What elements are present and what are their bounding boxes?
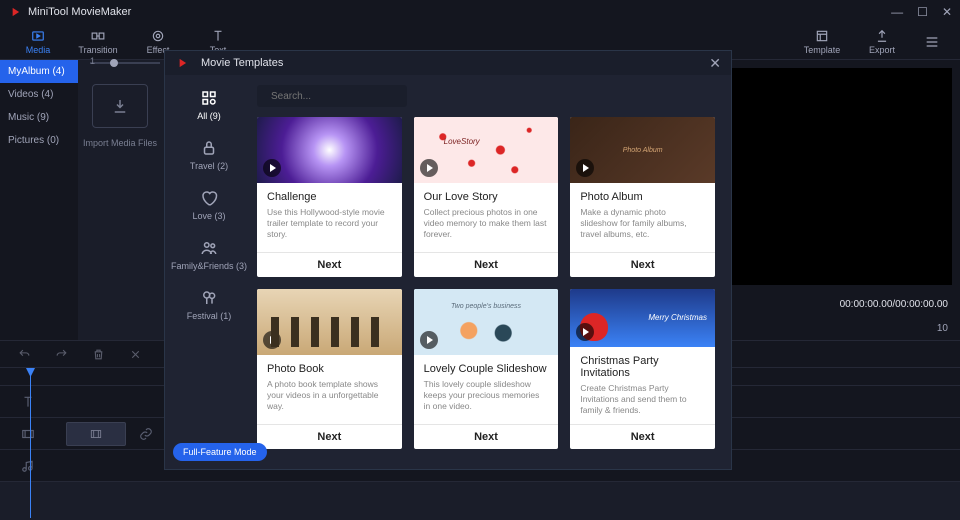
template-thumb (257, 289, 402, 355)
next-button[interactable]: Next (414, 424, 559, 449)
template-card[interactable]: LoveStory Our Love Story Collect precious… (414, 117, 559, 277)
next-button[interactable]: Next (570, 252, 715, 277)
template-button[interactable]: Template (792, 24, 852, 60)
maximize-button[interactable]: ☐ (917, 5, 928, 19)
effect-icon (151, 29, 165, 43)
template-desc: Collect precious photos in one video mem… (424, 207, 549, 244)
link-icon[interactable] (139, 427, 153, 441)
category-love[interactable]: Love (3) (192, 189, 225, 221)
template-thumb (570, 117, 715, 183)
next-button[interactable]: Next (414, 252, 559, 277)
template-desc: Create Christmas Party Invitations and s… (580, 383, 705, 416)
download-icon (111, 97, 129, 115)
category-all[interactable]: All (9) (197, 89, 221, 121)
tab-transition[interactable]: Transition (68, 24, 128, 60)
close-button[interactable]: ✕ (942, 5, 952, 19)
template-thumb: LoveStory (414, 117, 559, 183)
media-panel: Import Media Files (78, 60, 162, 340)
playhead[interactable] (30, 368, 31, 518)
timecode: 00:00:00.00/00:00:00.00 (840, 299, 948, 310)
sidebar-item-myalbum[interactable]: MyAlbum (4) (0, 60, 78, 83)
template-card[interactable]: Merry Christmas Christmas Party Invitati… (570, 289, 715, 449)
track-total: 10 (937, 323, 948, 334)
sidebar-item-music[interactable]: Music (9) (0, 106, 78, 129)
video-clip[interactable] (66, 422, 126, 446)
template-title: Photo Album (580, 191, 705, 203)
play-icon[interactable] (263, 331, 281, 349)
play-icon[interactable] (576, 159, 594, 177)
template-search[interactable] (257, 85, 407, 107)
minimize-button[interactable]: — (891, 5, 903, 19)
template-icon (815, 29, 829, 43)
template-title: Lovely Couple Slideshow (424, 363, 549, 375)
template-thumb: Merry Christmas (570, 289, 715, 347)
library-sidebar: MyAlbum (4) Videos (4) Music (9) Picture… (0, 60, 78, 340)
category-family-friends[interactable]: Family&Friends (3) (171, 239, 247, 271)
template-card[interactable]: Challenge Use this Hollywood-style movie … (257, 117, 402, 277)
filmstrip-icon (89, 427, 103, 441)
template-thumb: Two people's business (414, 289, 559, 355)
movie-templates-modal: Movie Templates ✕ All (9) Travel (2) Lov… (164, 50, 732, 470)
play-icon[interactable] (576, 323, 594, 341)
template-desc: Use this Hollywood-style movie trailer t… (267, 207, 392, 244)
text-icon (211, 29, 225, 43)
play-icon[interactable] (420, 159, 438, 177)
lock-icon (200, 139, 218, 157)
modal-title: Movie Templates (201, 57, 709, 69)
split-button[interactable] (129, 348, 142, 361)
media-icon (31, 29, 45, 43)
play-icon[interactable] (263, 159, 281, 177)
grid-icon (200, 89, 218, 107)
transition-icon (91, 29, 105, 43)
template-grid: Challenge Use this Hollywood-style movie … (257, 117, 715, 449)
next-button[interactable]: Next (257, 424, 402, 449)
undo-button[interactable] (18, 348, 31, 361)
video-track-icon (21, 427, 35, 441)
play-icon[interactable] (420, 331, 438, 349)
modal-close-button[interactable]: ✕ (709, 55, 721, 72)
sidebar-item-videos[interactable]: Videos (4) (0, 83, 78, 106)
app-logo-icon (175, 56, 189, 70)
template-title: Photo Book (267, 363, 392, 375)
template-desc: A photo book template shows your videos … (267, 379, 392, 416)
category-travel[interactable]: Travel (2) (190, 139, 228, 171)
search-input[interactable] (271, 91, 403, 102)
people-icon (200, 239, 218, 257)
app-title: MiniTool MovieMaker (28, 6, 891, 18)
text-track-icon (21, 395, 35, 409)
heart-icon (200, 189, 218, 207)
template-card[interactable]: Photo Album Make a dynamic photo slidesho… (570, 117, 715, 277)
redo-button[interactable] (55, 348, 68, 361)
template-desc: Make a dynamic photo slideshow for famil… (580, 207, 705, 244)
hamburger-icon (924, 34, 940, 50)
balloon-icon (200, 289, 218, 307)
template-title: Our Love Story (424, 191, 549, 203)
next-button[interactable]: Next (257, 252, 402, 277)
app-logo-icon (8, 5, 22, 19)
tab-media[interactable]: Media (8, 24, 68, 60)
template-thumb (257, 117, 402, 183)
import-media-button[interactable] (92, 84, 148, 128)
full-feature-mode-button[interactable]: Full-Feature Mode (173, 443, 267, 461)
titlebar: MiniTool MovieMaker — ☐ ✕ (0, 0, 960, 24)
export-icon (875, 29, 889, 43)
template-category-sidebar: All (9) Travel (2) Love (3) Family&Frien… (165, 75, 253, 469)
template-desc: This lovely couple slideshow keeps your … (424, 379, 549, 416)
template-card[interactable]: Photo Book A photo book template shows yo… (257, 289, 402, 449)
template-card[interactable]: Two people's business Lovely Couple Slid… (414, 289, 559, 449)
next-button[interactable]: Next (570, 424, 715, 449)
sidebar-item-pictures[interactable]: Pictures (0) (0, 129, 78, 152)
category-festival[interactable]: Festival (1) (187, 289, 232, 321)
delete-button[interactable] (92, 348, 105, 361)
zoom-slider[interactable] (90, 62, 160, 64)
template-title: Challenge (267, 191, 392, 203)
import-media-label: Import Media Files (83, 138, 157, 148)
template-title: Christmas Party Invitations (580, 355, 705, 379)
audio-track-icon (21, 459, 35, 473)
export-button[interactable]: Export (852, 24, 912, 60)
menu-button[interactable] (912, 34, 952, 50)
